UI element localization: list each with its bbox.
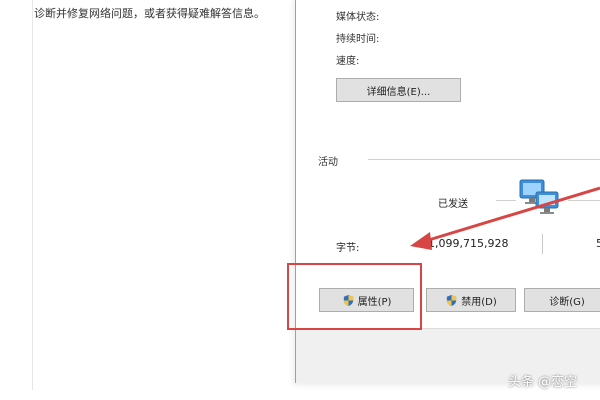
watermark: 头条 @恋空 bbox=[508, 375, 578, 390]
activity-divider bbox=[368, 159, 600, 160]
properties-button-label: 属性(P) bbox=[357, 296, 392, 308]
diagnose-button-label: 诊断(G) bbox=[549, 296, 585, 308]
media-state-label: 媒体状态: bbox=[336, 12, 380, 23]
details-button[interactable]: 详细信息(E)... bbox=[336, 78, 461, 102]
disable-button[interactable]: 禁用(D) bbox=[426, 288, 516, 312]
speed-label: 速度: bbox=[336, 56, 360, 67]
panel-divider bbox=[32, 0, 33, 390]
activity-section-title: 活动 bbox=[318, 157, 338, 168]
dialog-content: 媒体状态: 持续时间: 速度: 详细信息(E)... 活动 已发送 字节: 1,… bbox=[296, 0, 600, 328]
annotation-arrow-icon bbox=[410, 186, 600, 250]
diagnose-button[interactable]: 诊断(G) bbox=[524, 288, 600, 312]
properties-button[interactable]: 属性(P) bbox=[319, 288, 414, 312]
bytes-label: 字节: bbox=[336, 243, 360, 254]
uac-shield-icon bbox=[447, 294, 457, 306]
help-text: 诊断并修复网络问题，或者获得疑难解答信息。 bbox=[34, 7, 265, 20]
disable-button-label: 禁用(D) bbox=[461, 296, 497, 308]
details-button-label: 详细信息(E)... bbox=[366, 86, 431, 98]
background-panel: 诊断并修复网络问题，或者获得疑难解答信息。 bbox=[0, 0, 295, 400]
uac-shield-icon bbox=[343, 294, 353, 306]
duration-label: 持续时间: bbox=[336, 34, 380, 45]
